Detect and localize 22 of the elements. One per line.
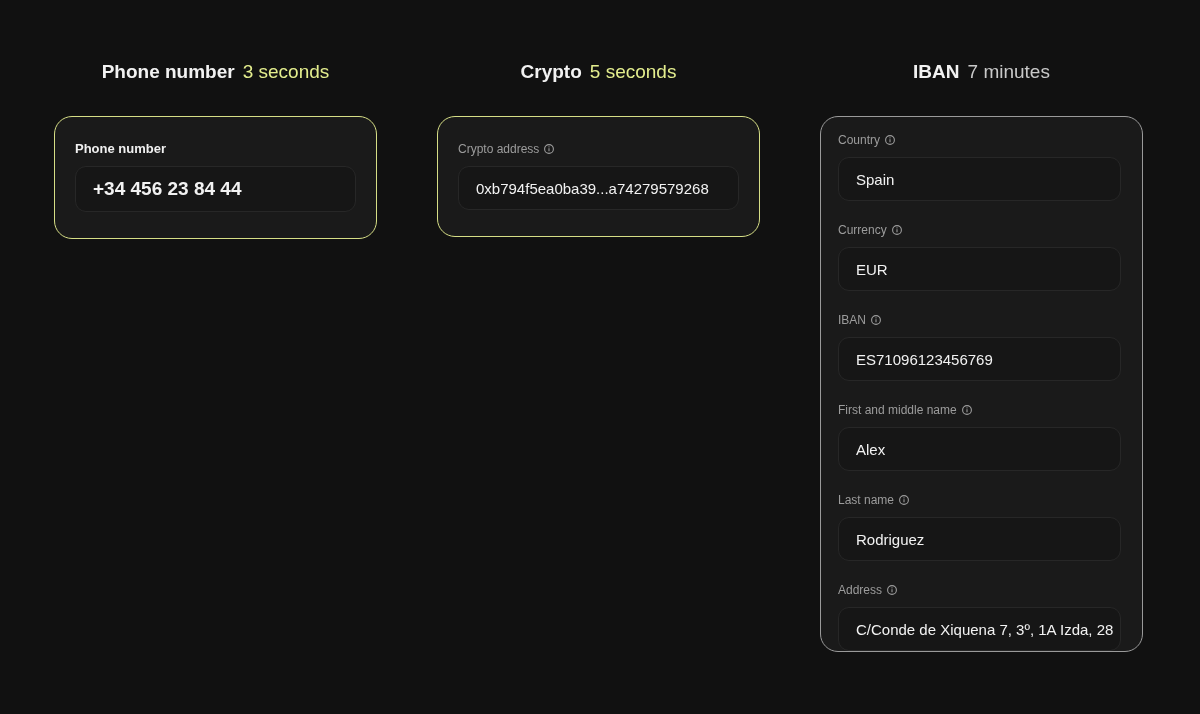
- input-field[interactable]: Rodriguez: [838, 517, 1121, 561]
- input-field[interactable]: ES71096123456769: [838, 337, 1121, 381]
- input-field[interactable]: 0xb794f5ea0ba39...a74279579268: [458, 166, 739, 210]
- column-title: Crypto: [520, 60, 582, 84]
- time-estimate: 7 minutes: [967, 60, 1050, 84]
- field-label: Last name: [838, 492, 895, 508]
- time-estimate: 5 seconds: [589, 60, 677, 84]
- input-field[interactable]: +34 456 23 84 44: [75, 166, 356, 212]
- field-label: Address: [838, 582, 883, 598]
- input-field[interactable]: EUR: [838, 247, 1121, 291]
- time-estimate: 3 seconds: [242, 60, 330, 84]
- column-title: IBAN: [913, 60, 960, 84]
- field-label: Country: [838, 132, 881, 148]
- input-field[interactable]: Spain: [838, 157, 1121, 201]
- field-label: First and middle name: [838, 402, 957, 418]
- field-label: IBAN: [838, 312, 866, 328]
- input-field[interactable]: Alex: [838, 427, 1121, 471]
- field-label: Crypto address: [458, 141, 540, 157]
- field-label: Phone number: [75, 141, 166, 157]
- input-field[interactable]: C/Conde de Xiquena 7, 3º, 1A Izda, 28: [838, 607, 1121, 651]
- column-title: Phone number: [101, 60, 235, 84]
- field-label: Currency: [838, 222, 887, 238]
